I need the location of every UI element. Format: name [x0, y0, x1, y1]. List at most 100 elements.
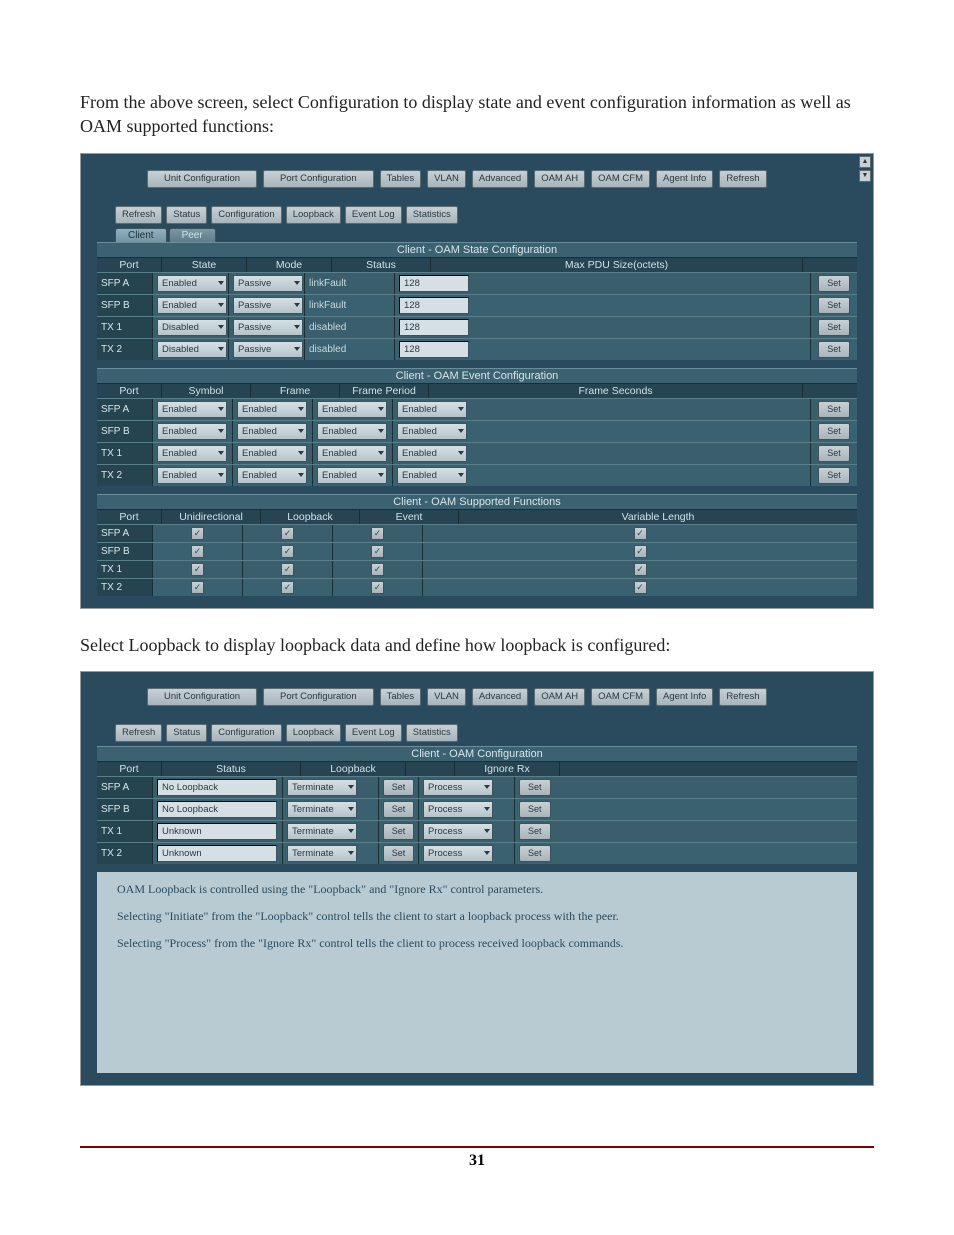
- nav-unit-configuration[interactable]: Unit Configuration: [147, 170, 257, 188]
- tab-peer[interactable]: Peer: [169, 228, 216, 242]
- symbol-dropdown[interactable]: Enabled: [157, 401, 227, 418]
- sub-configuration[interactable]: Configuration: [211, 206, 282, 224]
- state-dropdown[interactable]: Disabled: [157, 319, 227, 336]
- frame-dropdown[interactable]: Enabled: [237, 445, 307, 462]
- nav-port-configuration[interactable]: Port Configuration: [263, 688, 374, 706]
- nav-vlan[interactable]: VLAN: [427, 170, 466, 188]
- scroll-up-icon[interactable]: ▲: [859, 156, 871, 168]
- set-button[interactable]: Set: [383, 845, 415, 862]
- port-cell: TX 1: [97, 443, 153, 464]
- set-button[interactable]: Set: [818, 319, 850, 336]
- symbol-dropdown[interactable]: Enabled: [157, 445, 227, 462]
- loopback-status-field: No Loopback: [157, 801, 277, 818]
- unidirectional-checkbox: ✓: [191, 545, 204, 558]
- nav-advanced[interactable]: Advanced: [472, 170, 528, 188]
- nav-vlan[interactable]: VLAN: [427, 688, 466, 706]
- tab-client[interactable]: Client: [115, 228, 167, 242]
- loopback-dropdown[interactable]: Terminate: [287, 845, 357, 862]
- status-cell: linkFault: [305, 295, 395, 316]
- loopback-dropdown[interactable]: Terminate: [287, 823, 357, 840]
- sub-loopback[interactable]: Loopback: [286, 206, 341, 224]
- set-button[interactable]: Set: [818, 297, 850, 314]
- set-button[interactable]: Set: [519, 823, 551, 840]
- frame-period-dropdown[interactable]: Enabled: [317, 467, 387, 484]
- set-button[interactable]: Set: [519, 779, 551, 796]
- frame-period-dropdown[interactable]: Enabled: [317, 423, 387, 440]
- mode-dropdown[interactable]: Passive: [233, 297, 303, 314]
- set-button[interactable]: Set: [383, 779, 415, 796]
- ignore-rx-dropdown[interactable]: Process: [423, 801, 493, 818]
- sub-loopback[interactable]: Loopback: [286, 724, 341, 742]
- hdr-symbol: Symbol: [162, 384, 251, 398]
- state-dropdown[interactable]: Enabled: [157, 275, 227, 292]
- set-button[interactable]: Set: [519, 801, 551, 818]
- set-button[interactable]: Set: [818, 423, 850, 440]
- set-button[interactable]: Set: [383, 801, 415, 818]
- nav-tables[interactable]: Tables: [380, 688, 421, 706]
- sub-statistics[interactable]: Statistics: [406, 724, 458, 742]
- set-button[interactable]: Set: [818, 401, 850, 418]
- nav-oam-ah[interactable]: OAM AH: [534, 170, 585, 188]
- ignore-rx-dropdown[interactable]: Process: [423, 823, 493, 840]
- nav-oam-cfm[interactable]: OAM CFM: [591, 170, 650, 188]
- mode-dropdown[interactable]: Passive: [233, 319, 303, 336]
- set-button[interactable]: Set: [818, 275, 850, 292]
- symbol-dropdown[interactable]: Enabled: [157, 467, 227, 484]
- nav-agent-info[interactable]: Agent Info: [656, 170, 713, 188]
- mode-dropdown[interactable]: Passive: [233, 341, 303, 358]
- pdu-input[interactable]: 128: [399, 297, 469, 314]
- loopback-dropdown[interactable]: Terminate: [287, 779, 357, 796]
- nav-port-configuration[interactable]: Port Configuration: [263, 170, 374, 188]
- set-button[interactable]: Set: [383, 823, 415, 840]
- nav-unit-configuration[interactable]: Unit Configuration: [147, 688, 257, 706]
- port-cell: TX 2: [97, 579, 153, 596]
- frame-dropdown[interactable]: Enabled: [237, 423, 307, 440]
- pdu-input[interactable]: 128: [399, 319, 469, 336]
- sub-configuration[interactable]: Configuration: [211, 724, 282, 742]
- state-dropdown[interactable]: Disabled: [157, 341, 227, 358]
- scroll-down-icon[interactable]: ▼: [859, 170, 871, 182]
- set-button[interactable]: Set: [519, 845, 551, 862]
- port-cell: TX 1: [97, 561, 153, 578]
- hdr-frame-period: Frame Period: [340, 384, 429, 398]
- nav-refresh[interactable]: Refresh: [719, 688, 766, 706]
- set-button[interactable]: Set: [818, 445, 850, 462]
- frame-seconds-dropdown[interactable]: Enabled: [397, 467, 467, 484]
- nav-oam-cfm[interactable]: OAM CFM: [591, 688, 650, 706]
- symbol-dropdown[interactable]: Enabled: [157, 423, 227, 440]
- sub-event-log[interactable]: Event Log: [345, 206, 402, 224]
- sub-refresh[interactable]: Refresh: [115, 724, 162, 742]
- sub-event-log[interactable]: Event Log: [345, 724, 402, 742]
- nav-agent-info[interactable]: Agent Info: [656, 688, 713, 706]
- pdu-input[interactable]: 128: [399, 275, 469, 292]
- frame-period-dropdown[interactable]: Enabled: [317, 445, 387, 462]
- hdr-variable-length: Variable Length: [459, 510, 857, 524]
- set-button[interactable]: Set: [818, 467, 850, 484]
- state-band: Client - OAM State Configuration: [97, 242, 857, 258]
- frame-seconds-dropdown[interactable]: Enabled: [397, 401, 467, 418]
- ignore-rx-dropdown[interactable]: Process: [423, 779, 493, 796]
- hdr-frame-seconds: Frame Seconds: [429, 384, 803, 398]
- nav-refresh[interactable]: Refresh: [719, 170, 766, 188]
- nav-oam-ah[interactable]: OAM AH: [534, 688, 585, 706]
- loopback-checkbox: ✓: [281, 563, 294, 576]
- nav-advanced[interactable]: Advanced: [472, 688, 528, 706]
- sub-status[interactable]: Status: [166, 206, 207, 224]
- sub-statistics[interactable]: Statistics: [406, 206, 458, 224]
- loopback-dropdown[interactable]: Terminate: [287, 801, 357, 818]
- table-row: SFP AEnabledPassivelinkFault128Set: [97, 272, 857, 294]
- set-button[interactable]: Set: [818, 341, 850, 358]
- sub-status[interactable]: Status: [166, 724, 207, 742]
- frame-dropdown[interactable]: Enabled: [237, 467, 307, 484]
- frame-period-dropdown[interactable]: Enabled: [317, 401, 387, 418]
- loopback-checkbox: ✓: [281, 527, 294, 540]
- frame-seconds-dropdown[interactable]: Enabled: [397, 423, 467, 440]
- mode-dropdown[interactable]: Passive: [233, 275, 303, 292]
- pdu-input[interactable]: 128: [399, 341, 469, 358]
- nav-tables[interactable]: Tables: [380, 170, 421, 188]
- frame-dropdown[interactable]: Enabled: [237, 401, 307, 418]
- state-dropdown[interactable]: Enabled: [157, 297, 227, 314]
- sub-refresh[interactable]: Refresh: [115, 206, 162, 224]
- frame-seconds-dropdown[interactable]: Enabled: [397, 445, 467, 462]
- ignore-rx-dropdown[interactable]: Process: [423, 845, 493, 862]
